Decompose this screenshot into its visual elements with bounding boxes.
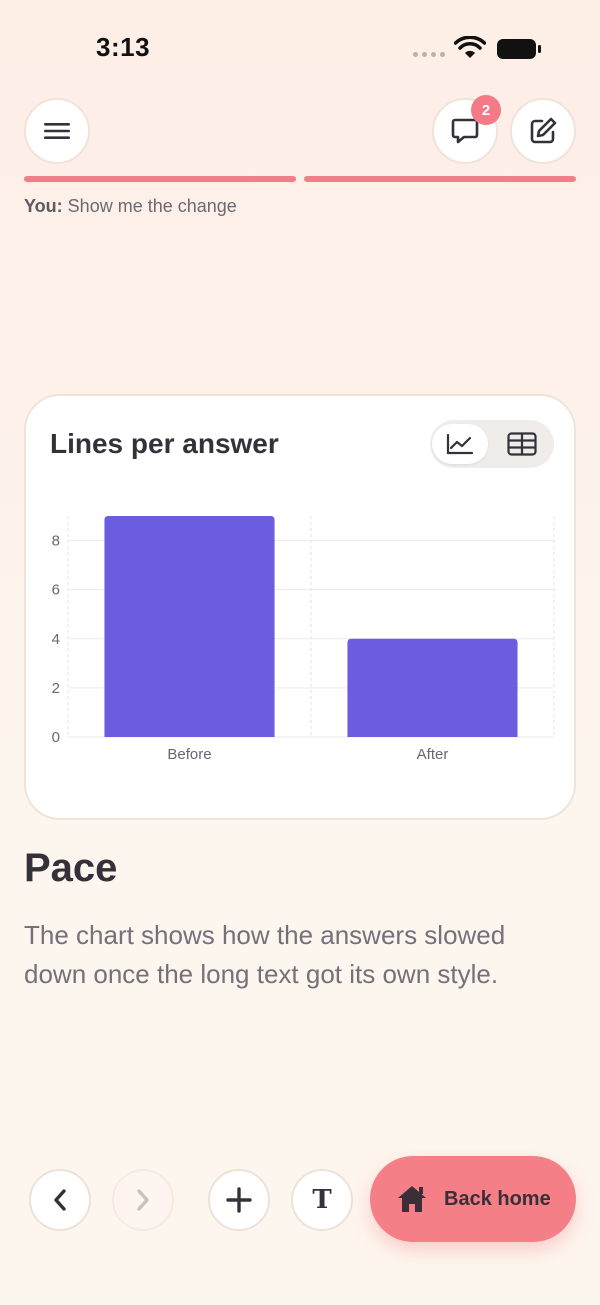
notification-badge: 2 bbox=[471, 95, 501, 125]
status-time: 3:13 bbox=[96, 32, 151, 62]
speaker-label: You: bbox=[24, 196, 63, 216]
back-home-button[interactable]: Back home bbox=[370, 1156, 576, 1242]
section-description: The chart shows how the answers slowed d… bbox=[24, 920, 506, 989]
edit-icon bbox=[530, 117, 557, 144]
x-tick-label: Before bbox=[167, 746, 211, 763]
bar-chart: 0 2 4 6 8 Before After bbox=[52, 516, 555, 763]
home-icon bbox=[398, 1186, 426, 1212]
previous-button[interactable] bbox=[29, 1169, 91, 1231]
y-tick-label: 0 bbox=[52, 729, 60, 746]
battery-icon bbox=[497, 39, 541, 59]
y-tick-label: 8 bbox=[52, 533, 60, 550]
add-button[interactable] bbox=[208, 1169, 270, 1231]
bar-before bbox=[104, 516, 275, 737]
bar-after bbox=[347, 638, 518, 737]
chevron-right-icon bbox=[137, 1189, 149, 1211]
edit-button[interactable] bbox=[510, 98, 576, 164]
status-bar: 3:13 bbox=[0, 0, 600, 90]
x-tick-label: After bbox=[417, 746, 449, 763]
chevron-left-icon bbox=[54, 1189, 66, 1211]
hamburger-icon bbox=[44, 123, 70, 139]
text-style-icon: T bbox=[312, 1185, 332, 1215]
progress-segment-2 bbox=[304, 176, 576, 182]
next-button[interactable] bbox=[112, 1169, 174, 1231]
cellular-signal-icon bbox=[413, 52, 445, 57]
wifi-icon bbox=[454, 36, 486, 58]
y-tick-label: 6 bbox=[52, 582, 60, 599]
plus-icon bbox=[226, 1187, 252, 1213]
back-home-label: Back home bbox=[444, 1187, 551, 1210]
message-text: Show me the change bbox=[67, 196, 237, 216]
progress-segment-1 bbox=[24, 176, 296, 182]
text-style-button[interactable]: T bbox=[291, 1169, 353, 1231]
y-tick-label: 2 bbox=[52, 680, 60, 697]
chart-card: Lines per answer 0 2 4 6 8 Before After bbox=[24, 394, 576, 820]
user-message: You: Show me the change bbox=[24, 196, 237, 217]
y-tick-label: 4 bbox=[52, 631, 60, 648]
menu-button[interactable] bbox=[24, 98, 90, 164]
section-heading: Pace bbox=[24, 846, 118, 890]
